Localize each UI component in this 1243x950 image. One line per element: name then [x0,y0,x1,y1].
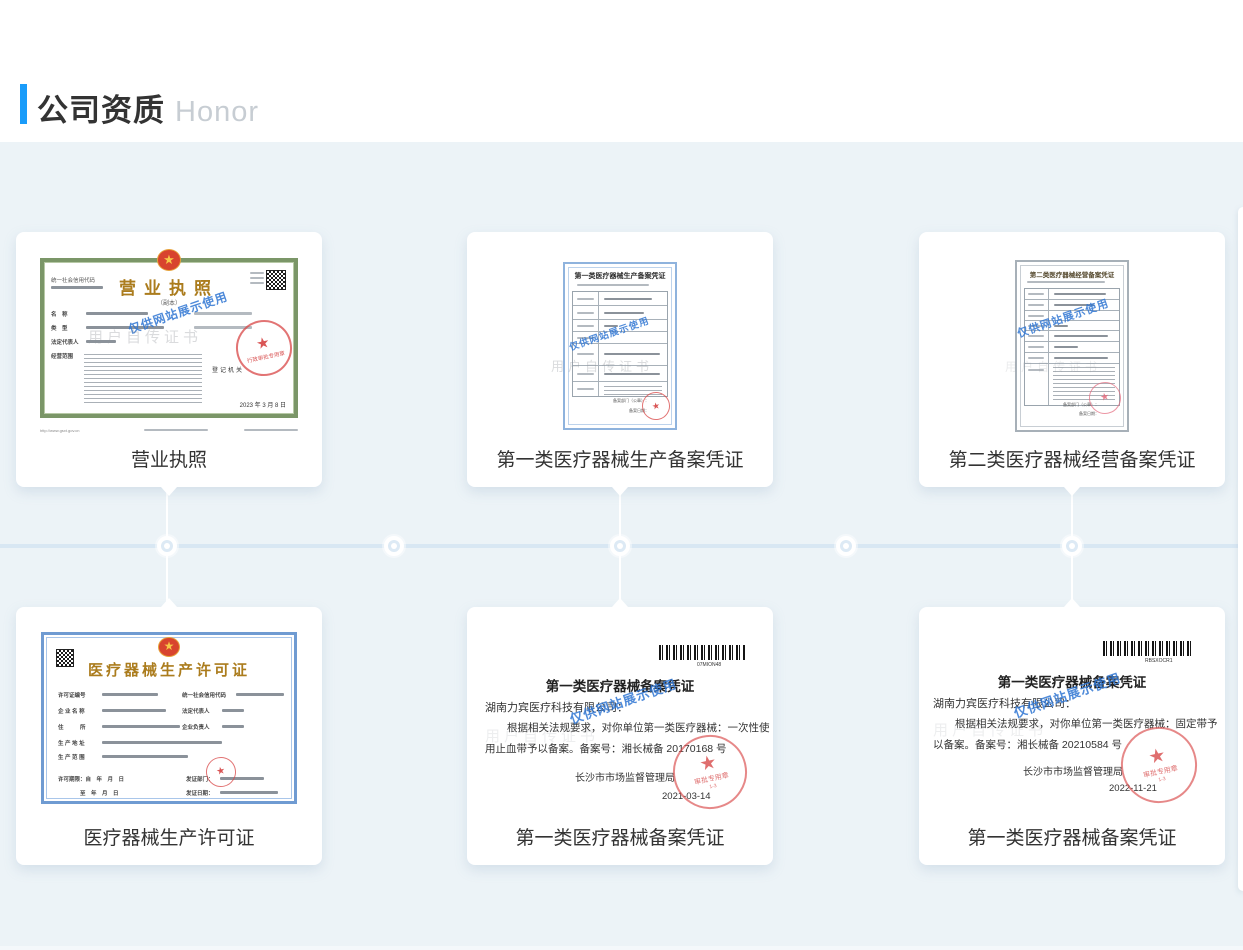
issuer-line: 长沙市市场监督管理局 [575,769,675,784]
barcode [1103,641,1191,656]
timeline-dot [384,536,404,556]
stamp-index: 1-3 [1158,776,1166,783]
national-emblem-icon: ★ [158,637,180,657]
certificate-card-class2-operation[interactable]: 第二类医疗器械经营备案凭证 备案部门（公章）： 备案日期： ★ 仅供网站展示使用… [919,232,1225,487]
certificate-card-class1-record-2022[interactable]: RBSXOCR1 第一类医疗器械备案凭证 湖南力宾医疗科技有限公司： 根据相关法… [919,607,1225,865]
card-notch [612,487,628,496]
field-label: 法定代表人 [182,707,210,715]
field-value [222,709,244,712]
certificate-caption: 第一类医疗器械备案凭证 [919,823,1225,850]
production-license-image: ★ 医疗器械生产许可证 许可证编号 统一社会信用代码 企 业 名 称 法定代表人… [41,632,297,804]
field-label: 生 产 范 围 [58,753,85,761]
timeline-dot [610,536,630,556]
term-to-label: 至 [80,791,86,797]
field-value [236,693,284,696]
red-seal-stamp: ★ [203,754,239,790]
field-label: 经营范围 [51,352,73,360]
term-label: 许可期限：自 [58,777,91,783]
business-scope-text [84,354,202,406]
date-units: 年 月 日 [97,777,125,783]
certificate-caption: 第二类医疗器械经营备案凭证 [919,445,1225,472]
next-section-edge [0,946,1243,950]
watermark-user-upload: 用户自传证书 [485,725,599,746]
page-title-cn: 公司资质 [37,93,165,128]
issue-date: 2023 年 3 月 8 日 [240,400,286,409]
field-label: 名 称 [51,310,68,318]
certificate-card-business-license[interactable]: ★ 统一社会信用代码 营业执照 （副本） 名 称 类 型 法定代表人 经营范围 … [16,232,322,487]
card-notch [161,598,177,607]
field-label: 许可证编号 [58,691,86,699]
watermark-user-upload: 用户自传证书 [88,326,202,347]
barcode-code: 07MION48 [697,662,721,668]
field-label: 住 所 [58,723,86,731]
field-label: 类 型 [51,324,68,332]
certificate-caption: 第一类医疗器械备案凭证 [467,823,773,850]
certificate-card-class1-record-2021[interactable]: 07MION48 第一类医疗器械备案凭证 湖南力宾医疗科技有限公司： 根据相关法… [467,607,773,865]
field-value [86,312,148,315]
class1-production-image: 第一类医疗器械生产备案凭证 备案部门（公章）： 备案日期： ★ 仅供网站展示使用… [563,262,677,430]
field-label: 企 业 名 称 [58,707,85,715]
field-value [102,755,188,758]
timeline-dot [157,536,177,556]
card-notch [161,487,177,496]
license-footer-note [244,429,298,431]
license-footer-url: http://www.gsxt.gov.cn [40,428,80,433]
business-license-image: ★ 统一社会信用代码 营业执照 （副本） 名 称 类 型 法定代表人 经营范围 … [40,258,298,418]
certificate-card-class1-production[interactable]: 第一类医疗器械生产备案凭证 备案部门（公章）： 备案日期： ★ 仅供网站展示使用… [467,232,773,487]
certificate-card-production-license[interactable]: ★ 医疗器械生产许可证 许可证编号 统一社会信用代码 企 业 名 称 法定代表人… [16,607,322,865]
card-notch [1064,598,1080,607]
card-notch [1064,487,1080,496]
field-value [102,725,180,728]
watermark-user-upload: 用户自传证书 [551,356,653,375]
field-value [102,693,158,696]
stamp-index: 1-3 [709,783,717,790]
watermark-user-upload: 用户自传证书 [933,719,1047,740]
field-value [102,741,222,744]
doc-title: 第二类医疗器械经营备案凭证 [1017,269,1127,279]
issuer-line: 长沙市市场监督管理局 [1023,763,1123,778]
barcode [659,645,745,660]
certificate-caption: 营业执照 [16,445,322,472]
field-label: 法定代表人 [51,338,79,346]
company-honor-page: 公司资质 Honor ★ 统一社会信用代码 营业执照 （副本） 名 称 类 型 法… [0,0,1243,950]
doc-subline [1027,281,1105,283]
next-card-partial [1238,207,1243,891]
watermark-user-upload: 用户自传证书 [1005,358,1101,375]
field-label: 生 产 地 址 [58,739,85,747]
issue-label: 发证日期： [186,789,214,797]
doc-title: 医疗器械生产许可证 [44,659,294,680]
timeline-dot [836,536,856,556]
certificate-caption: 医疗器械生产许可证 [16,823,322,850]
qr-side-text [250,277,264,279]
page-title-en: Honor [175,96,259,128]
timeline-dot [1062,536,1082,556]
certificate-caption: 第一类医疗器械生产备案凭证 [467,445,773,472]
license-footer-note [144,429,208,431]
class2-operation-image: 第二类医疗器械经营备案凭证 备案部门（公章）： 备案日期： ★ 仅供网站展示使用… [1015,260,1129,432]
doc-subline [577,284,649,286]
barcode-code: RBSXOCR1 [1145,658,1173,664]
field-value [220,791,278,794]
national-emblem-icon: ★ [157,249,181,271]
red-seal-stamp: ★ 审批专用章 1-3 [1114,720,1204,810]
field-value [222,725,244,728]
card-notch [612,598,628,607]
qr-code [266,270,286,290]
date-units: 年 月 日 [91,791,119,797]
qr-side-text [250,282,264,284]
field-value [102,709,166,712]
registrar-label: 登记机关 [212,365,244,374]
field-label: 统一社会信用代码 [182,691,226,699]
doc-title: 第一类医疗器械生产备案凭证 [565,271,675,281]
section-accent-bar [20,84,27,124]
page-title: 公司资质 Honor [37,85,259,130]
qr-side-text [250,272,264,274]
field-label: 企业负责人 [182,723,210,731]
